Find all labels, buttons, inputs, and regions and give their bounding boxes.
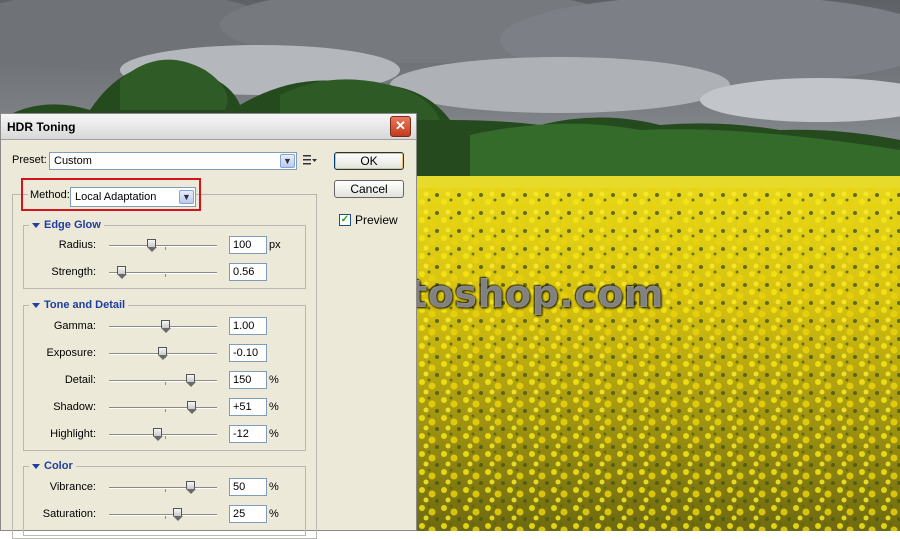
chevron-down-icon[interactable]: ▼ xyxy=(280,154,295,168)
edge-glow-header[interactable]: Edge Glow xyxy=(29,219,104,231)
slider-label: Shadow: xyxy=(53,401,96,413)
slider-center-tick xyxy=(165,436,166,439)
slider-row-detail: Detail: 150% xyxy=(1,371,301,391)
slider-center-tick xyxy=(165,489,166,492)
color-panel xyxy=(23,466,306,536)
section-title: Edge Glow xyxy=(44,219,101,231)
slider-label: Highlight: xyxy=(50,428,96,440)
unit-label: px xyxy=(269,239,281,251)
value-input[interactable]: 0.56 xyxy=(229,263,267,281)
slider-label: Saturation: xyxy=(42,508,96,520)
unit-label: % xyxy=(269,508,279,520)
section-title: Color xyxy=(44,460,73,472)
slider-track[interactable] xyxy=(109,245,217,247)
value-input[interactable]: 25 xyxy=(229,505,267,523)
slider-center-tick xyxy=(165,516,166,519)
value-input[interactable]: -0.10 xyxy=(229,344,267,362)
preset-value: Custom xyxy=(54,155,92,167)
slider-label: Radius: xyxy=(58,239,96,251)
dialog-titlebar[interactable]: HDR Toning ✕ xyxy=(1,114,416,140)
value-input[interactable]: 100 xyxy=(229,236,267,254)
value-input[interactable]: +51 xyxy=(229,398,267,416)
unit-label: % xyxy=(269,401,279,413)
slider-label: Detail: xyxy=(64,374,96,386)
method-value: Local Adaptation xyxy=(75,191,157,203)
unit-label: % xyxy=(269,374,279,386)
slider-label: Exposure: xyxy=(46,347,96,359)
unit-label: % xyxy=(269,428,279,440)
slider-track[interactable] xyxy=(109,407,217,409)
collapse-triangle-icon xyxy=(32,463,40,469)
value-input[interactable]: 150 xyxy=(229,371,267,389)
slider-row-exposure: Exposure: -0.10 xyxy=(1,344,301,364)
preset-options-icon[interactable] xyxy=(303,154,317,166)
slider-row-gamma: Gamma: 1.00 xyxy=(1,317,301,337)
slider-row-radius: Radius: 100 px xyxy=(1,236,301,256)
slider-center-tick xyxy=(165,382,166,385)
slider-row-strength: Strength: 0.56 xyxy=(1,263,301,283)
method-select[interactable]: Local Adaptation ▼ xyxy=(70,187,196,207)
tone-detail-header[interactable]: Tone and Detail xyxy=(29,299,129,311)
chevron-down-icon[interactable]: ▼ xyxy=(179,190,194,204)
slider-track[interactable] xyxy=(109,380,217,382)
method-label: Method: xyxy=(28,189,72,201)
collapse-triangle-icon xyxy=(32,302,40,308)
section-title: Tone and Detail xyxy=(44,299,126,311)
preview-label: Preview xyxy=(355,213,398,227)
slider-row-vibrance: Vibrance: 50% xyxy=(1,478,301,498)
slider-row-saturation: Saturation: 25% xyxy=(1,505,301,525)
hdr-toning-dialog: HDR Toning ✕ Preset: Custom ▼ OK Cancel … xyxy=(0,113,417,539)
dialog-title: HDR Toning xyxy=(7,120,76,134)
ok-button[interactable]: OK xyxy=(334,152,404,170)
value-input[interactable]: -12 xyxy=(229,425,267,443)
close-button[interactable]: ✕ xyxy=(390,116,411,137)
slider-track[interactable] xyxy=(109,487,217,489)
slider-row-highlight: Highlight: -12% xyxy=(1,425,301,445)
slider-center-tick xyxy=(165,409,166,412)
slider-track[interactable] xyxy=(109,434,217,436)
slider-label: Vibrance: xyxy=(49,481,96,493)
cancel-button[interactable]: Cancel xyxy=(334,180,404,198)
slider-center-tick xyxy=(165,247,166,250)
slider-label: Strength: xyxy=(51,266,96,278)
slider-center-tick xyxy=(165,274,166,277)
preset-label: Preset: xyxy=(12,154,47,166)
value-input[interactable]: 1.00 xyxy=(229,317,267,335)
value-input[interactable]: 50 xyxy=(229,478,267,496)
slider-track[interactable] xyxy=(109,514,217,516)
collapse-triangle-icon xyxy=(32,222,40,228)
slider-row-shadow: Shadow: +51% xyxy=(1,398,301,418)
color-header[interactable]: Color xyxy=(29,460,76,472)
unit-label: % xyxy=(269,481,279,493)
slider-label: Gamma: xyxy=(53,320,96,332)
preview-checkbox[interactable]: ✓ xyxy=(339,214,351,226)
preset-select[interactable]: Custom ▼ xyxy=(49,152,297,170)
